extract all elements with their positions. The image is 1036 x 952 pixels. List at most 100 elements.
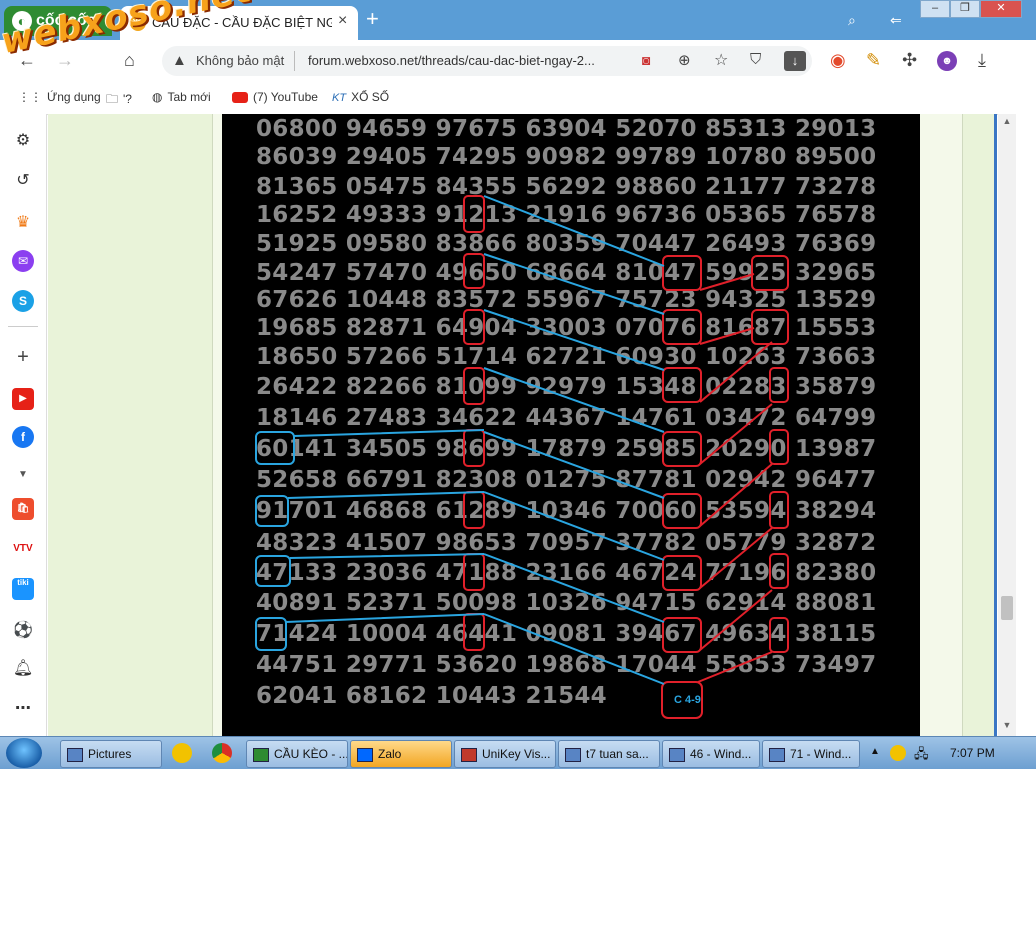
security-status[interactable]: Không bảo mật xyxy=(196,53,284,68)
profile-avatar-icon[interactable]: ☻ xyxy=(937,51,957,71)
tab-back-icon[interactable]: ⇐ xyxy=(890,12,902,29)
bookmarks-bar: ⋮⋮ Ứng dụng 🗀 '? ◍ Tab mới (7) YouTube KT XỔ… xyxy=(0,84,1036,115)
red-box xyxy=(662,367,702,403)
chrome-icon[interactable] xyxy=(212,743,232,763)
tiki-icon[interactable]: tiki xyxy=(12,578,34,600)
taskbar-coccoc[interactable]: CẦU KÈO - ... xyxy=(246,740,348,768)
chevron-down-icon[interactable]: ▼ xyxy=(12,464,34,486)
extensions-puzzle-icon[interactable]: ✣ xyxy=(902,50,917,71)
taskbar-label: Zalo xyxy=(378,747,402,761)
red-link-lines xyxy=(697,273,773,683)
shield-icon[interactable]: ⛉ xyxy=(750,51,761,68)
red-box xyxy=(463,491,485,529)
shopee-icon[interactable]: 🛍 xyxy=(12,498,34,520)
home-icon[interactable]: ⌂ xyxy=(124,50,135,71)
apps-grid-icon: ⋮⋮ xyxy=(18,90,42,104)
scroll-up-icon[interactable]: ▲ xyxy=(998,116,1016,126)
close-window-button[interactable]: ✕ xyxy=(980,0,1022,18)
address-bar[interactable]: ▲ Không bảo mật forum.webxoso.net/thread… xyxy=(162,46,812,76)
skype-icon[interactable]: S xyxy=(12,290,34,312)
taskbar-clock[interactable]: 7:07 PM xyxy=(950,746,995,760)
blue-box xyxy=(255,555,291,587)
add-icon[interactable]: + xyxy=(12,346,34,368)
downloads-icon[interactable]: ⤓ xyxy=(978,50,986,71)
sidebar-divider xyxy=(8,326,38,327)
vertical-scrollbar[interactable]: ▲ ▼ xyxy=(998,114,1016,736)
site-alert-icon[interactable]: ◙ xyxy=(642,52,650,68)
url-text[interactable]: forum.webxoso.net/threads/cau-dac-biet-n… xyxy=(308,53,595,68)
facebook-icon[interactable]: f xyxy=(12,426,34,448)
notification-bell-icon[interactable]: 🔔︎ xyxy=(12,658,34,680)
page-edge xyxy=(994,114,997,736)
red-box xyxy=(463,553,485,591)
zalo-icon xyxy=(357,747,373,762)
red-box xyxy=(769,367,789,403)
taskbar-71[interactable]: 71 - Wind... xyxy=(762,740,860,768)
taskbar-unikey[interactable]: UniKey Vis... xyxy=(454,740,556,768)
red-box xyxy=(463,253,485,289)
youtube-sidebar-icon[interactable]: ▶ xyxy=(12,388,34,410)
left-sidebar: ⚙ ↺ ♛ ✉ S + ▶ f ▼ 🛍 VTV tiki ⚽ 🔔︎ ⋯ xyxy=(0,114,47,736)
bookmark-label: XỔ SỐ xyxy=(351,90,390,104)
coccoc-extension-icon[interactable]: ◉ xyxy=(830,50,846,71)
zoom-icon[interactable]: ⊕ xyxy=(678,51,691,69)
tab-close-icon[interactable]: × xyxy=(338,12,347,30)
tray-plus-icon[interactable] xyxy=(890,745,906,761)
window-icon xyxy=(565,747,581,762)
vtv-go-icon[interactable]: VTV xyxy=(12,538,34,560)
url-separator xyxy=(294,51,295,71)
restore-button[interactable]: ❐ xyxy=(950,0,980,18)
start-button[interactable] xyxy=(6,738,42,768)
globe-icon: ◍ xyxy=(152,90,163,104)
bookmark-xoso[interactable]: KT XỔ SỐ xyxy=(332,90,389,104)
forum-left-panel xyxy=(48,114,212,736)
blue-box xyxy=(255,495,289,527)
taskbar-46[interactable]: 46 - Wind... xyxy=(662,740,760,768)
minimize-button[interactable]: – xyxy=(920,0,950,18)
annotation-overlay xyxy=(255,195,789,719)
more-icon[interactable]: ⋯ xyxy=(12,698,34,720)
youtube-icon xyxy=(232,92,248,104)
red-box xyxy=(662,309,702,345)
red-box xyxy=(662,431,702,467)
pencil-icon[interactable]: ✎ xyxy=(866,50,881,71)
folder-icon xyxy=(67,747,83,762)
warning-triangle-icon[interactable]: ▲ xyxy=(172,52,187,69)
tray-expand-icon[interactable]: ▲ xyxy=(870,746,880,757)
football-icon[interactable]: ⚽ xyxy=(12,620,34,642)
network-icon[interactable]: 🖧 xyxy=(914,745,929,767)
crown-icon[interactable]: ♛ xyxy=(12,212,34,234)
bookmark-youtube[interactable]: (7) YouTube xyxy=(232,90,318,104)
taskbar-pictures[interactable]: Pictures xyxy=(60,740,162,768)
red-box xyxy=(769,429,789,465)
tab-search-icon[interactable]: ⌕ xyxy=(848,12,856,29)
window-right-edge xyxy=(1016,40,1036,736)
red-box xyxy=(751,309,789,345)
taskbar-zalo[interactable]: Zalo xyxy=(350,740,452,768)
bookmark-new-tab[interactable]: ◍ Tab mới xyxy=(152,90,211,104)
bookmark-label: Tab mới xyxy=(167,90,211,104)
toolbar: ← → ⌂ ▲ Không bảo mật forum.webxoso.net/… xyxy=(0,40,1036,85)
bookmark-star-icon[interactable]: ☆ xyxy=(714,50,728,70)
new-tab-button[interactable]: + xyxy=(366,8,379,30)
scroll-down-icon[interactable]: ▼ xyxy=(998,720,1016,730)
red-box xyxy=(751,255,789,291)
settings-gear-icon[interactable]: ⚙ xyxy=(12,130,34,152)
download-page-icon[interactable]: ↓ xyxy=(784,51,806,71)
forum-right-panel xyxy=(920,114,966,736)
forward-arrow-icon[interactable]: → xyxy=(56,50,74,71)
quicklaunch-green-plus-icon[interactable] xyxy=(172,743,192,763)
red-box xyxy=(662,255,702,291)
annotation-label: C 4-9 xyxy=(674,694,701,706)
history-icon[interactable]: ↺ xyxy=(12,170,34,192)
bookmark-apps[interactable]: ⋮⋮ Ứng dụng xyxy=(18,90,101,104)
taskbar-label: t7 tuan sa... xyxy=(586,747,649,761)
red-box xyxy=(769,491,789,529)
scroll-thumb[interactable] xyxy=(1001,596,1013,620)
bookmark-folder[interactable]: 🗀 '? xyxy=(106,90,132,111)
blue-link-lines xyxy=(483,195,665,685)
blue-box xyxy=(255,431,295,465)
coccoc-icon xyxy=(253,747,269,762)
messenger-icon[interactable]: ✉ xyxy=(12,250,34,272)
taskbar-t7[interactable]: t7 tuan sa... xyxy=(558,740,660,768)
